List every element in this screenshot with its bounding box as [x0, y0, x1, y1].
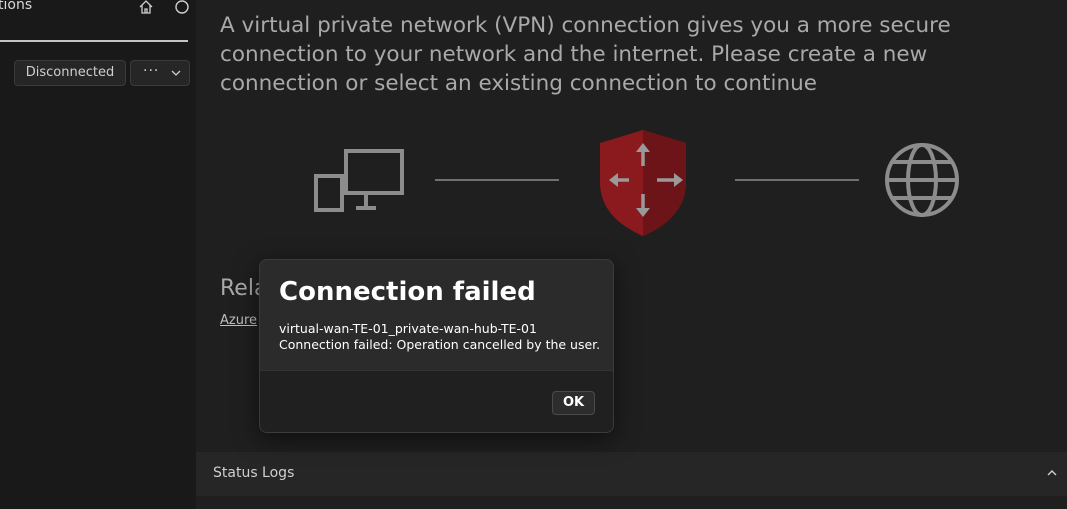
status-logs-panel[interactable]: Status Logs — [196, 452, 1067, 496]
sidebar-title: tions — [0, 0, 33, 13]
ok-button[interactable]: OK — [552, 391, 595, 415]
chevron-down-icon — [171, 70, 181, 76]
related-link[interactable]: Azure — [220, 313, 257, 328]
globe-icon — [885, 143, 959, 217]
refresh-icon[interactable] — [173, 0, 191, 16]
dialog-footer: OK — [260, 370, 613, 432]
more-options-button[interactable]: ··· — [130, 60, 190, 86]
connection-failed-dialog: Connection failed virtual-wan-TE-01_priv… — [259, 259, 614, 433]
home-icon[interactable] — [137, 0, 155, 16]
computer-icon — [314, 149, 404, 212]
dialog-message: Connection failed: Operation cancelled b… — [279, 337, 601, 352]
vpn-diagram — [314, 130, 959, 236]
sidebar-divider — [0, 40, 188, 42]
more-icon: ··· — [143, 63, 160, 79]
connections-sidebar: tions Disconnected ··· — [0, 0, 196, 509]
dialog-connection-name: virtual-wan-TE-01_private-wan-hub-TE-01 — [279, 321, 537, 336]
status-logs-title: Status Logs — [213, 465, 295, 481]
connection-status-badge: Disconnected — [14, 60, 126, 86]
chevron-up-icon[interactable] — [1046, 469, 1058, 477]
vpn-shield-icon — [600, 130, 686, 236]
dialog-title: Connection failed — [279, 277, 536, 307]
